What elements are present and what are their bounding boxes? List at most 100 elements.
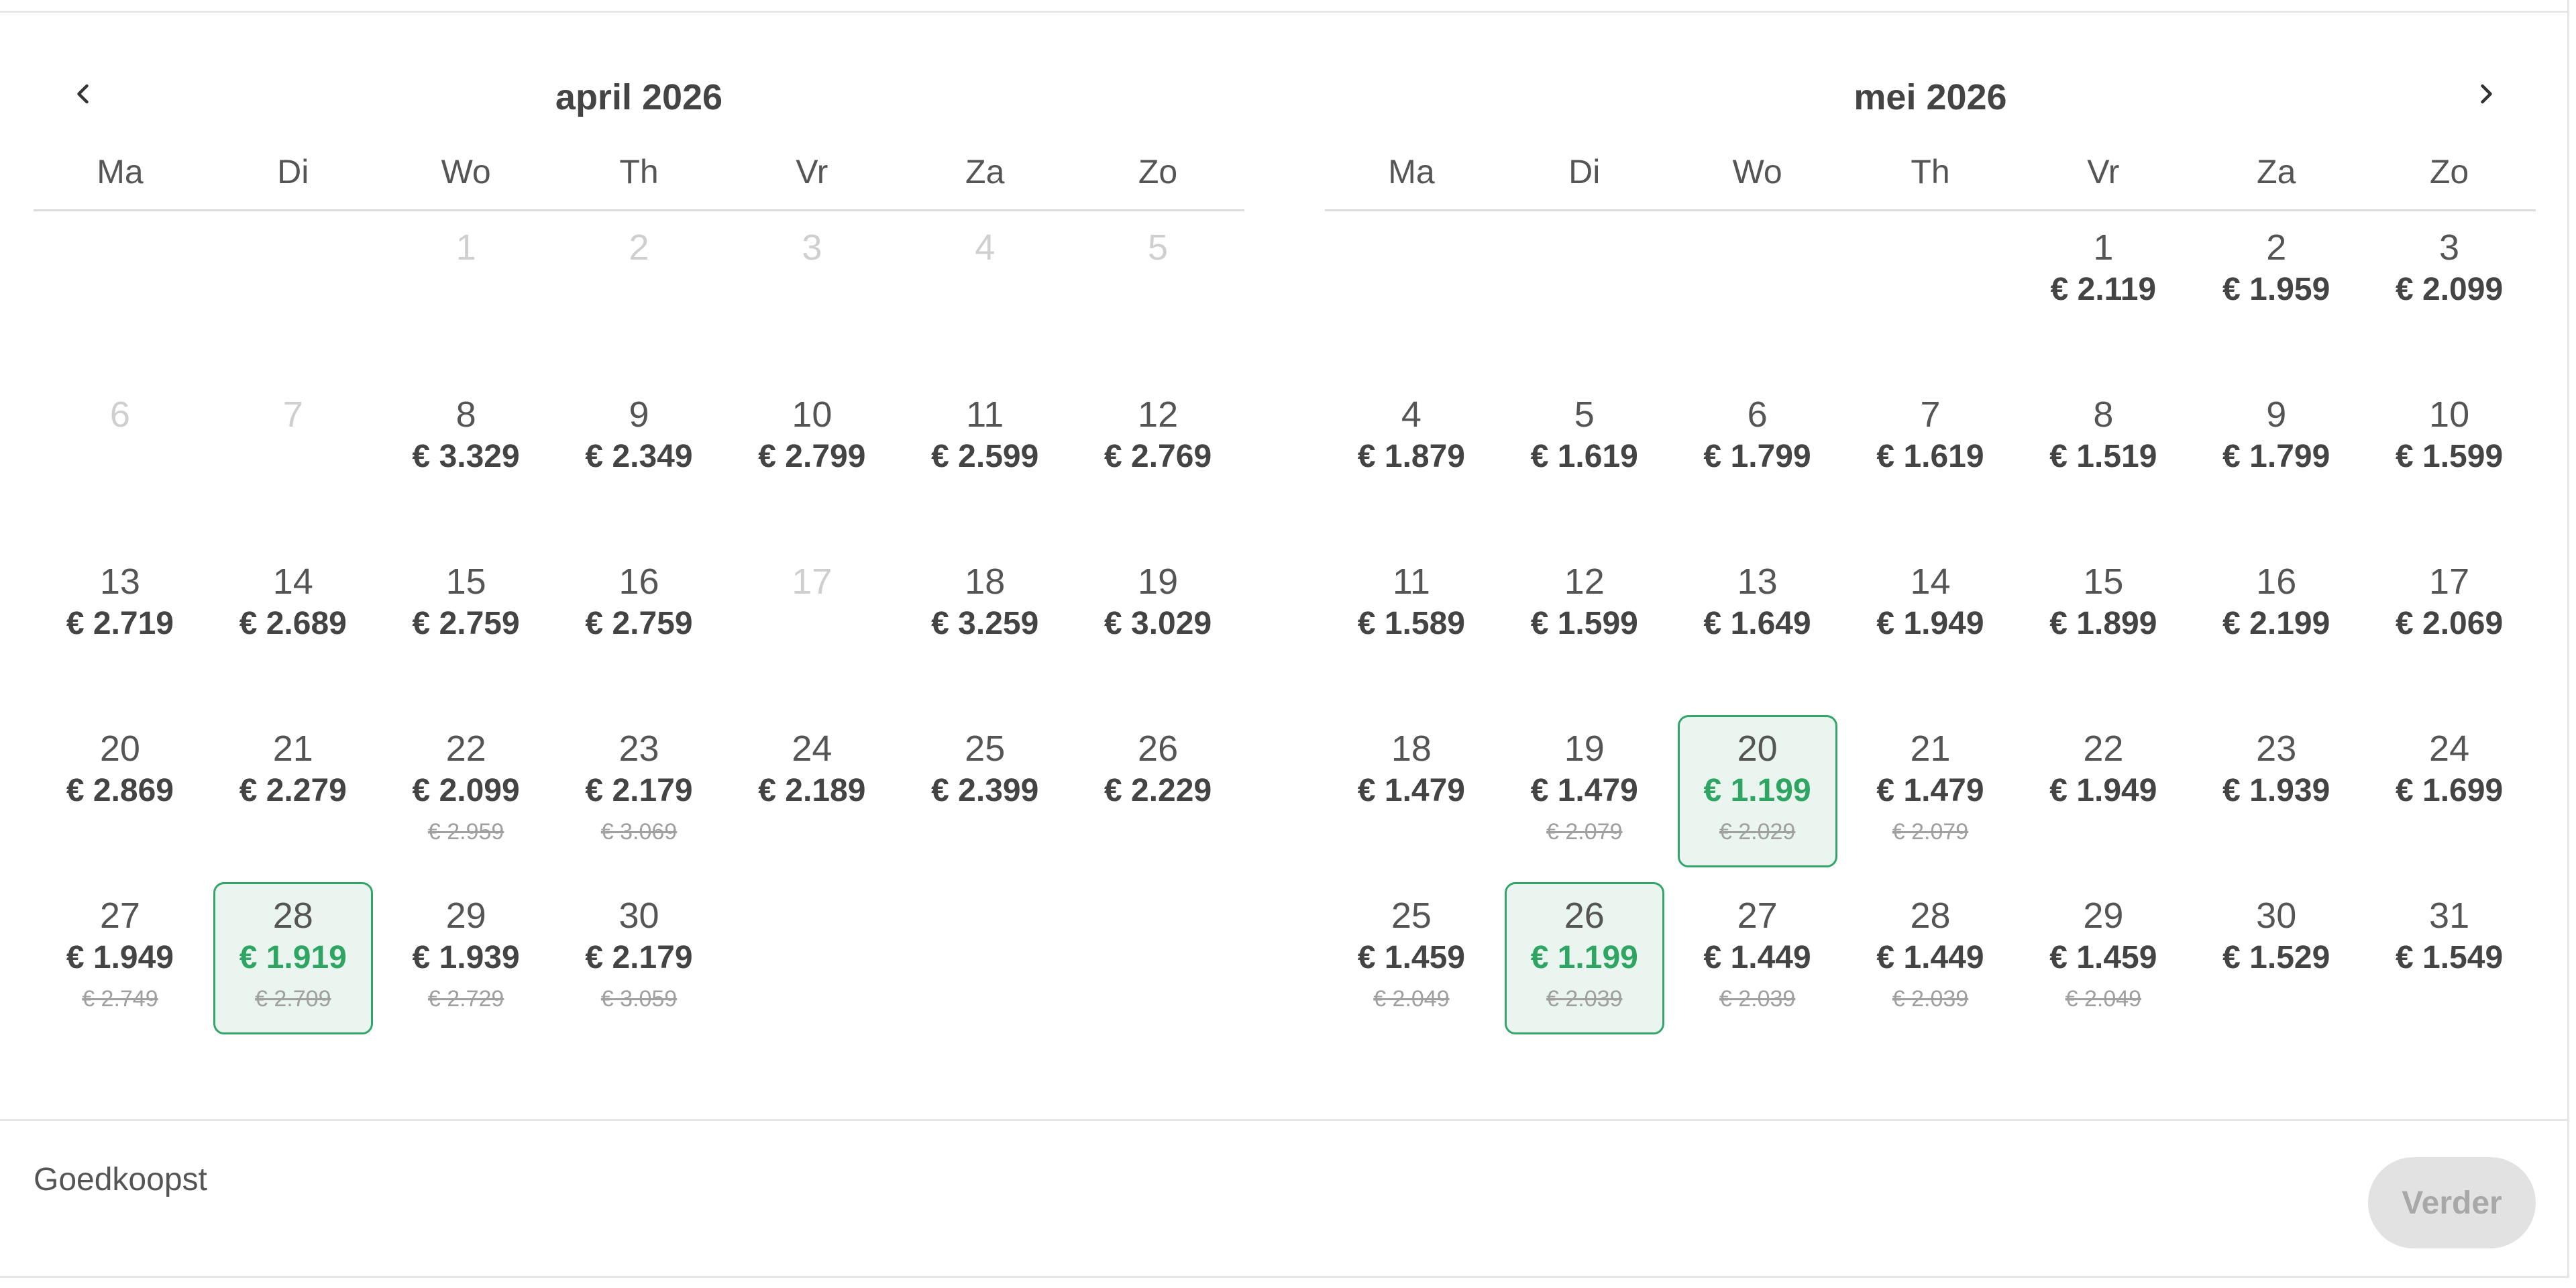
day-price: € 3.029 <box>1104 606 1212 641</box>
weekday-label: Wo <box>441 153 491 191</box>
day-old-price: € 2.049 <box>2065 986 2142 1012</box>
day-cell[interactable]: 19 € 3.029 <box>1071 545 1244 712</box>
day-cell[interactable]: 3 € 2.099 <box>2363 211 2536 378</box>
day-cell[interactable]: 19 € 1.479 € 2.079 <box>1498 712 1671 879</box>
day-number: 2 <box>629 227 649 268</box>
day-cell[interactable]: 5 € 1.619 <box>1498 378 1671 545</box>
day-cell[interactable]: 18 € 3.259 <box>898 545 1071 712</box>
day-cell[interactable]: 12 € 1.599 <box>1498 545 1671 712</box>
day-cell[interactable]: 15 € 2.759 <box>380 545 553 712</box>
day-cell: 4 <box>898 211 1071 378</box>
day-cell[interactable]: 30 € 1.529 <box>2190 879 2363 1046</box>
day-cell[interactable]: 22 € 2.099 € 2.959 <box>380 712 553 879</box>
day-number: 19 <box>1138 561 1179 602</box>
day-price: € 2.759 <box>585 606 693 641</box>
day-price: € 2.099 <box>2395 272 2504 307</box>
day-number: 4 <box>975 227 996 268</box>
day-price: € 1.449 <box>1703 940 1811 975</box>
day-cell[interactable]: 25 € 1.459 € 2.049 <box>1325 879 1498 1046</box>
continue-button[interactable]: Verder <box>2368 1157 2536 1248</box>
empty-cell <box>1325 211 1498 378</box>
footer-bar: Goedkoopst Verder <box>0 1119 2569 1279</box>
day-number: 22 <box>445 729 486 769</box>
day-price: € 2.759 <box>412 606 520 641</box>
weekday-label: Za <box>2257 153 2296 191</box>
day-cell[interactable]: 24 € 2.189 <box>725 712 898 879</box>
day-cell[interactable]: 25 € 2.399 <box>898 712 1071 879</box>
day-number: 14 <box>1910 561 1951 602</box>
day-grid: 1 € 2.119 2 € 1.959 3 € 2.099 4 € 1.879 5 € 1.619… <box>1325 211 2536 1046</box>
day-price: € 1.879 <box>1357 439 1465 474</box>
day-cell[interactable]: 13 € 1.649 <box>1671 545 1844 712</box>
day-cell[interactable]: 12 € 2.769 <box>1071 378 1244 545</box>
day-cell[interactable]: 28 € 1.449 € 2.039 <box>1844 879 2017 1046</box>
day-cell[interactable]: 8 € 1.519 <box>2017 378 2190 545</box>
day-cell[interactable]: 2 € 1.959 <box>2190 211 2363 378</box>
day-cell[interactable]: 8 € 3.329 <box>380 378 553 545</box>
day-price: € 1.699 <box>2395 773 2504 808</box>
day-price: € 1.199 <box>1530 940 1638 975</box>
day-old-price: € 2.079 <box>1546 819 1623 845</box>
day-number: 12 <box>1138 394 1179 435</box>
day-cell[interactable]: 10 € 2.799 <box>725 378 898 545</box>
day-price: € 2.719 <box>66 606 174 641</box>
day-cell[interactable]: 6 € 1.799 <box>1671 378 1844 545</box>
day-cell-cheapest[interactable]: 20 € 1.199 € 2.029 <box>1671 712 1844 879</box>
day-number: 9 <box>629 394 649 435</box>
day-cell[interactable]: 21 € 1.479 € 2.079 <box>1844 712 2017 879</box>
day-price: € 2.399 <box>931 773 1039 808</box>
day-cell[interactable]: 23 € 1.939 <box>2190 712 2363 879</box>
day-cell[interactable]: 9 € 1.799 <box>2190 378 2363 545</box>
day-cell-cheapest[interactable]: 26 € 1.199 € 2.039 <box>1498 879 1671 1046</box>
day-cell[interactable]: 18 € 1.479 <box>1325 712 1498 879</box>
day-number: 7 <box>282 394 303 435</box>
date-picker-panel: april 2026 Ma Di Wo Th Vr Za Zo 1 2 3 4 5 6 7 8 € 3.32… <box>0 0 2569 1278</box>
day-cell[interactable]: 30 € 2.179 € 3.059 <box>553 879 726 1046</box>
empty-cell <box>34 211 207 378</box>
day-cell[interactable]: 10 € 1.599 <box>2363 378 2536 545</box>
day-cell-cheapest[interactable]: 28 € 1.919 € 2.709 <box>207 879 380 1046</box>
day-old-price: € 2.029 <box>1719 819 1796 845</box>
day-cell[interactable]: 7 € 1.619 <box>1844 378 2017 545</box>
day-cell[interactable]: 29 € 1.459 € 2.049 <box>2017 879 2190 1046</box>
day-cell[interactable]: 20 € 2.869 <box>34 712 207 879</box>
day-cell[interactable]: 21 € 2.279 <box>207 712 380 879</box>
day-old-price: € 3.069 <box>600 819 678 845</box>
top-divider <box>0 11 2569 13</box>
day-cell[interactable]: 16 € 2.759 <box>553 545 726 712</box>
day-cell[interactable]: 22 € 1.949 <box>2017 712 2190 879</box>
day-number: 22 <box>2083 729 2124 769</box>
day-cell[interactable]: 4 € 1.879 <box>1325 378 1498 545</box>
day-cell[interactable]: 15 € 1.899 <box>2017 545 2190 712</box>
day-cell[interactable]: 16 € 2.199 <box>2190 545 2363 712</box>
day-old-price: € 2.749 <box>82 986 158 1012</box>
day-price: € 2.229 <box>1104 773 1212 808</box>
day-price: € 3.259 <box>931 606 1039 641</box>
day-cell[interactable]: 14 € 1.949 <box>1844 545 2017 712</box>
day-old-price: € 3.059 <box>600 986 678 1012</box>
day-cell[interactable]: 1 € 2.119 <box>2017 211 2190 378</box>
day-cell[interactable]: 13 € 2.719 <box>34 545 207 712</box>
day-number: 3 <box>802 227 822 268</box>
day-cell[interactable]: 26 € 2.229 <box>1071 712 1244 879</box>
day-cell[interactable]: 11 € 2.599 <box>898 378 1071 545</box>
day-cell[interactable]: 17 € 2.069 <box>2363 545 2536 712</box>
day-cell[interactable]: 27 € 1.949 € 2.749 <box>34 879 207 1046</box>
day-cell[interactable]: 29 € 1.939 € 2.729 <box>380 879 553 1046</box>
day-number: 23 <box>619 729 659 769</box>
day-price: € 1.589 <box>1357 606 1465 641</box>
day-cell[interactable]: 14 € 2.689 <box>207 545 380 712</box>
day-cell[interactable]: 23 € 2.179 € 3.069 <box>553 712 726 879</box>
day-price: € 1.939 <box>412 940 520 975</box>
day-price: € 2.099 <box>412 773 520 808</box>
day-cell[interactable]: 9 € 2.349 <box>553 378 726 545</box>
day-cell[interactable]: 11 € 1.589 <box>1325 545 1498 712</box>
day-number: 14 <box>272 561 313 602</box>
day-cell[interactable]: 31 € 1.549 <box>2363 879 2536 1046</box>
day-cell[interactable]: 27 € 1.449 € 2.039 <box>1671 879 1844 1046</box>
day-number: 15 <box>2083 561 2124 602</box>
day-number: 11 <box>1392 561 1430 602</box>
day-price: € 1.949 <box>1876 606 1984 641</box>
weekday-label: Di <box>277 153 309 191</box>
day-cell[interactable]: 24 € 1.699 <box>2363 712 2536 879</box>
